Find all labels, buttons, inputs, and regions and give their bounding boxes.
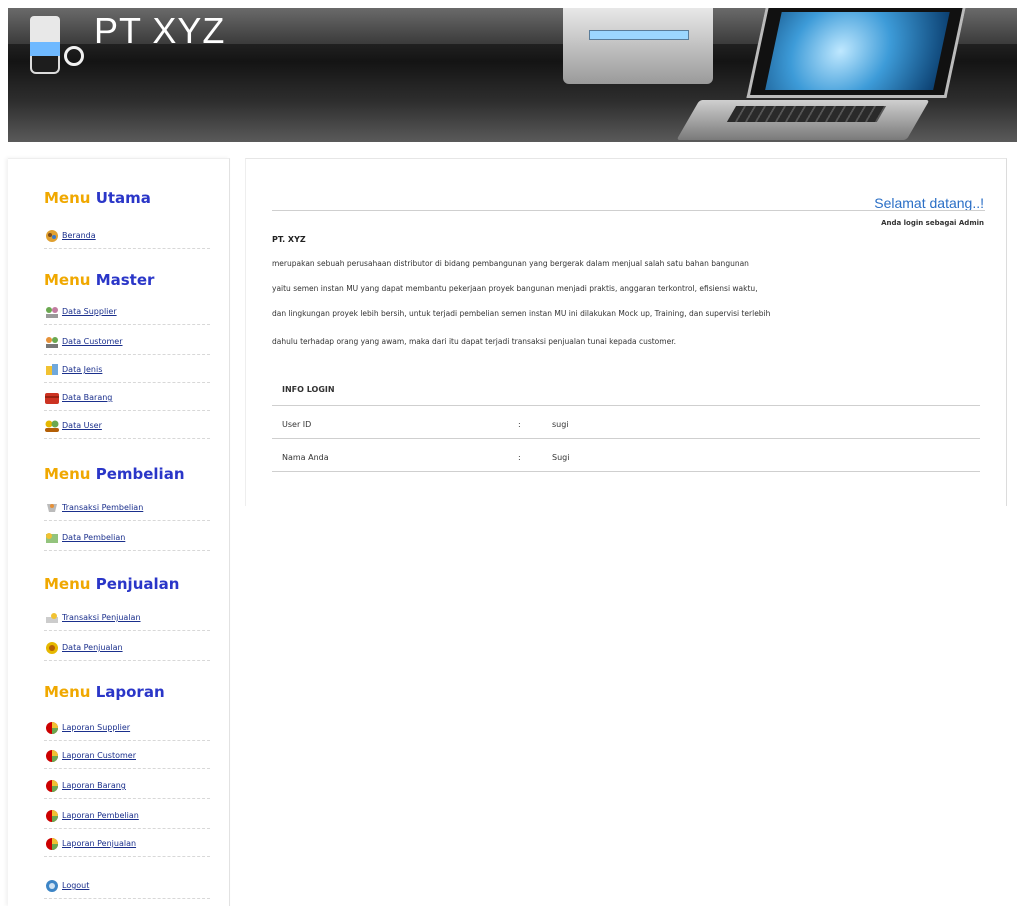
sidebar-item-laporan-supplier[interactable]: Laporan Supplier xyxy=(44,715,210,741)
device-illustration xyxy=(563,8,713,84)
sales-data-icon xyxy=(46,641,58,654)
sidebar-item-label[interactable]: Transaksi Pembelian xyxy=(62,503,143,512)
sidebar-item-data-jenis[interactable]: Data Jenis xyxy=(44,357,210,383)
sidebar-item-label[interactable]: Transaksi Penjualan xyxy=(62,613,141,622)
box-icon xyxy=(45,392,59,404)
info-login-heading: INFO LOGIN xyxy=(282,385,335,394)
sidebar-item-label[interactable]: Data Supplier xyxy=(62,307,117,316)
sidebar-item-logout[interactable]: Logout xyxy=(44,873,210,899)
sidebar-item-data-barang[interactable]: Data Barang xyxy=(44,385,210,411)
sidebar: Menu Utama Beranda Menu Master Data Supp… xyxy=(8,158,230,906)
menu-title-laporan: Menu Laporan xyxy=(44,683,165,701)
laptop-keyboard-illustration xyxy=(676,100,930,140)
sidebar-item-label[interactable]: Data Pembelian xyxy=(62,533,125,542)
divider xyxy=(272,210,985,211)
sales-transaction-icon xyxy=(46,612,58,623)
user-id-label: User ID xyxy=(282,420,312,429)
description-line: merupakan sebuah perusahaan distributor … xyxy=(272,259,749,268)
report-icon xyxy=(46,749,58,762)
separator: : xyxy=(518,420,521,429)
purchase-transaction-icon xyxy=(47,503,57,512)
sidebar-item-label[interactable]: Beranda xyxy=(62,231,96,240)
description-line: dan lingkungan proyek lebih bersih, untu… xyxy=(272,309,771,318)
report-icon xyxy=(46,837,58,850)
report-icon xyxy=(46,721,58,734)
sidebar-item-laporan-pembelian[interactable]: Laporan Pembelian xyxy=(44,803,210,829)
sidebar-item-label[interactable]: Laporan Supplier xyxy=(62,723,130,732)
sidebar-item-label[interactable]: Data User xyxy=(62,421,102,430)
sidebar-item-data-pembelian[interactable]: Data Pembelian xyxy=(44,525,210,551)
sidebar-item-transaksi-pembelian[interactable]: Transaksi Pembelian xyxy=(44,495,210,521)
sidebar-item-data-customer[interactable]: Data Customer xyxy=(44,329,210,355)
welcome-heading: Selamat datang..! xyxy=(874,195,984,211)
main-content: Selamat datang..! Anda login sebagai Adm… xyxy=(245,158,1007,506)
sidebar-item-transaksi-penjualan[interactable]: Transaksi Penjualan xyxy=(44,605,210,631)
site-header: PT XYZ xyxy=(8,8,1017,142)
logo-icon xyxy=(30,16,66,76)
report-icon xyxy=(46,809,58,822)
divider xyxy=(272,471,980,472)
sidebar-item-beranda[interactable]: Beranda xyxy=(44,223,210,249)
description-line: yaitu semen instan MU yang dapat membant… xyxy=(272,284,758,293)
sidebar-item-label[interactable]: Laporan Penjualan xyxy=(62,839,136,848)
name-value: Sugi xyxy=(552,453,570,462)
purchase-data-icon xyxy=(46,532,58,543)
users-icon xyxy=(45,420,59,432)
menu-title-master: Menu Master xyxy=(44,271,155,289)
sidebar-item-data-supplier[interactable]: Data Supplier xyxy=(44,299,210,325)
menu-title-utama: Menu Utama xyxy=(44,189,151,207)
report-icon xyxy=(46,779,58,792)
company-name: PT. XYZ xyxy=(272,235,306,244)
category-icon xyxy=(46,363,58,375)
sidebar-item-data-penjualan[interactable]: Data Penjualan xyxy=(44,635,210,661)
sidebar-item-label[interactable]: Logout xyxy=(62,881,89,890)
sidebar-item-data-user[interactable]: Data User xyxy=(44,413,210,439)
customer-icon xyxy=(46,336,58,348)
sidebar-item-laporan-barang[interactable]: Laporan Barang xyxy=(44,773,210,799)
sidebar-item-label[interactable]: Data Penjualan xyxy=(62,643,123,652)
logo-circle-icon xyxy=(64,46,84,66)
brand-title: PT XYZ xyxy=(94,10,226,51)
sidebar-item-label[interactable]: Laporan Barang xyxy=(62,781,126,790)
sidebar-item-label[interactable]: Laporan Customer xyxy=(62,751,136,760)
supplier-icon xyxy=(46,306,58,318)
login-role-text: Anda login sebagai Admin xyxy=(881,219,984,227)
sidebar-item-laporan-penjualan[interactable]: Laporan Penjualan xyxy=(44,831,210,857)
user-id-value: sugi xyxy=(552,420,569,429)
logout-icon xyxy=(46,879,58,892)
divider xyxy=(272,438,980,439)
sidebar-item-label[interactable]: Data Barang xyxy=(62,393,112,402)
menu-title-pembelian: Menu Pembelian xyxy=(44,465,185,483)
menu-title-penjualan: Menu Penjualan xyxy=(44,575,180,593)
divider xyxy=(272,405,980,406)
sidebar-item-label[interactable]: Data Customer xyxy=(62,337,123,346)
sidebar-item-laporan-customer[interactable]: Laporan Customer xyxy=(44,743,210,769)
separator: : xyxy=(518,453,521,462)
home-icon xyxy=(46,229,58,242)
laptop-screen-illustration xyxy=(746,8,966,98)
sidebar-item-label[interactable]: Laporan Pembelian xyxy=(62,811,139,820)
sidebar-item-label[interactable]: Data Jenis xyxy=(62,365,102,374)
description-line: dahulu terhadap orang yang awam, maka da… xyxy=(272,337,676,346)
name-label: Nama Anda xyxy=(282,453,329,462)
